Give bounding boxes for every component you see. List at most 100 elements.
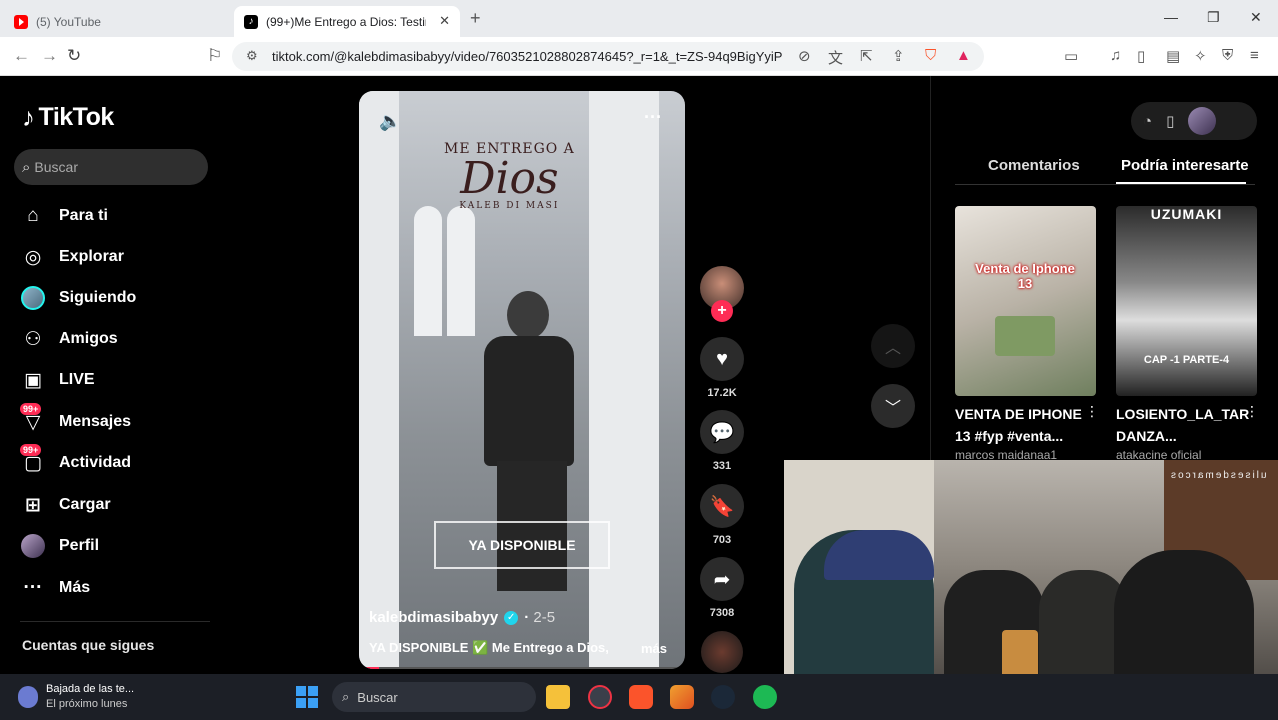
translate-icon[interactable]: 文 [828,47,843,68]
no-translate-icon[interactable]: ⊘ [798,47,811,65]
video-progress-bar[interactable] [359,667,685,669]
sidebar-item-label: Cargar [59,496,111,513]
comment-button[interactable]: 💬 331 [700,410,744,472]
reader-mode-icon[interactable]: ▭ [1064,47,1078,65]
steam-icon[interactable] [711,685,735,709]
tab-podria-interesarte[interactable]: Podría interesarte [1121,157,1249,174]
leo-ai-icon[interactable]: ✧ [1194,47,1207,65]
tab-youtube[interactable]: (5) YouTube [8,6,228,37]
video-title-art: ME ENTREGO A Dios KALEB DI MASI [444,141,575,211]
video-thumbnail[interactable]: UZUMAKI CAP -1 PARTE-4 [1116,206,1257,396]
tiktok-logo[interactable]: ♪ TikTok [22,102,114,133]
video-thumbnail[interactable]: Venta de Iphone 13 [955,206,1096,396]
search-input[interactable]: ⌕ Buscar [14,149,208,185]
brave-rewards-icon[interactable]: ▲ [956,47,971,64]
minimize-icon[interactable]: — [1164,9,1178,25]
sidebar-item-actividad[interactable]: ▢ 99+ Actividad [20,444,131,478]
previous-video-button[interactable]: ︿ [871,324,915,368]
share-arrow-icon: ➦ [700,557,744,601]
sidebar-item-para-ti[interactable]: ⌂ Para ti [20,201,108,231]
like-count: 17.2K [707,387,737,399]
sidebar-item-perfil[interactable]: Perfil [20,531,99,561]
video-date: 2-5 [533,609,556,626]
caption-more-link[interactable]: más [641,641,667,656]
sidebar-item-siguiendo[interactable]: Siguiendo [20,283,136,313]
fl-studio-icon[interactable] [670,685,694,709]
sidebar-item-label: LIVE [59,371,95,388]
restore-icon[interactable]: ❐ [1207,9,1220,26]
comment-count: 331 [712,460,732,472]
site-settings-icon[interactable]: ⚙ [246,48,258,64]
pillar [589,91,659,669]
wallet-icon[interactable]: ▤ [1166,47,1180,65]
taskbar-search-placeholder: Buscar [357,689,398,705]
windows-taskbar: Bajada de las te... El próximo lunes ⌕ B… [0,674,1278,720]
weather-icon[interactable] [18,686,38,708]
follow-plus-icon[interactable]: + [711,300,733,322]
close-tab-icon[interactable]: ✕ [439,13,450,29]
windows-start-icon[interactable] [296,686,318,708]
like-button[interactable]: ♥ 17.2K [700,337,744,399]
share-icon[interactable]: ⇪ [892,47,905,65]
messages-badge: 99+ [20,403,42,415]
compass-icon[interactable]: ◔ [1143,113,1152,130]
card-more-icon[interactable]: ⋮ [1085,403,1099,420]
forward-icon[interactable]: → [41,46,58,66]
video-player[interactable]: ME ENTREGO A Dios KALEB DI MASI YA DISPO… [359,91,685,669]
reload-icon[interactable]: ↻ [67,46,81,66]
new-tab-icon[interactable]: + [470,8,481,29]
back-icon[interactable]: ← [13,46,30,66]
sidebar-item-label: Más [59,579,91,596]
profile-avatar-icon [20,533,46,559]
share-button[interactable]: ➦ 7308 [700,557,744,619]
file-explorer-icon[interactable] [546,685,570,709]
video-caption: YA DISPONIBLE ✅ Me Entrego a Dios, [369,640,609,655]
close-window-icon[interactable]: ✕ [1250,9,1262,26]
music-disc-icon[interactable] [701,631,743,673]
activity-badge: 99+ [20,444,42,456]
spotify-icon[interactable] [753,685,777,709]
sidebar-item-mensajes[interactable]: ▽ 99+ Mensajes [20,403,131,437]
sidebar-item-amigos[interactable]: ⚇ Amigos [20,324,117,354]
brave-shield-icon[interactable]: ⛉ [925,47,936,64]
comment-icon: 💬 [700,410,744,454]
vpn-icon[interactable]: ⛨ [1222,47,1233,64]
save-button[interactable]: 🔖 703 [700,484,744,546]
device-icon[interactable]: ▯ [1166,112,1174,130]
save-count: 703 [712,534,732,546]
card-title[interactable]: LOSIENTO_LA_TAR DANZA... [1116,403,1257,447]
mirrored-text: ulisesdemarcos [1168,470,1266,481]
tiktok-note-icon: ♪ [22,102,35,132]
menu-icon[interactable]: ≡ [1250,47,1259,64]
tab-comentarios[interactable]: Comentarios [988,157,1080,174]
open-external-icon[interactable]: ⇱ [860,47,873,65]
logo-text: TikTok [38,103,115,131]
sidebar-item-live[interactable]: ▣ LIVE [20,365,95,395]
chevron-up-icon: ︿ [884,340,901,357]
sidebar-item-explorar[interactable]: ◎ Explorar [20,242,124,272]
video-author[interactable]: kalebdimasibabyy ✓ · 2-5 [369,609,555,626]
volume-icon[interactable]: 🔈 [379,111,401,132]
media-icon[interactable]: ♫ [1110,47,1121,64]
bookmark-icon[interactable]: ⚐ [207,46,222,66]
user-avatar[interactable] [1188,107,1217,135]
verified-icon: ✓ [504,610,519,625]
sidebar-item-label: Explorar [59,248,124,265]
sidebar-icon[interactable]: ▯ [1137,47,1145,65]
next-video-button[interactable]: ﹀ [871,384,915,428]
brave-browser-icon[interactable] [629,685,653,709]
card-more-icon[interactable]: ⋮ [1245,403,1259,420]
video-more-icon[interactable]: ··· [644,107,662,128]
card-title[interactable]: VENTA DE IPHONE 13 #fyp #venta... [955,403,1096,447]
sidebar-item-cargar[interactable]: ⊞ Cargar [20,490,111,520]
active-tab-indicator [1116,182,1246,184]
inbox-icon: ▽ 99+ [20,403,46,435]
tab-tiktok[interactable]: ♪ (99+)Me Entrego a Dios: Testimo ✕ [234,6,460,37]
money-image [995,316,1055,356]
taskbar-search[interactable]: ⌕ Buscar [332,682,536,712]
search-icon: ⌕ [342,689,350,704]
pillar [359,91,399,669]
sidebar-item-mas[interactable]: ··· Más [20,573,91,603]
app-icon[interactable] [588,685,612,709]
share-count: 7308 [709,607,735,619]
